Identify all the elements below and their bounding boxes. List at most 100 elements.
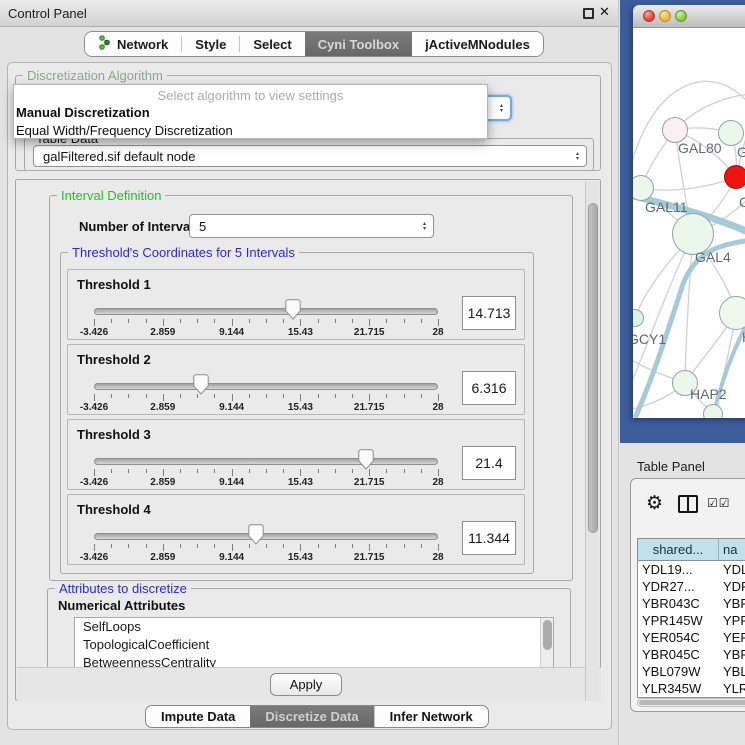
attributes-scrollbar[interactable]	[540, 618, 553, 667]
attribute-item[interactable]: TopologicalCoefficient	[75, 636, 553, 654]
right-node[interactable]	[719, 296, 745, 330]
cell-name[interactable]: YER0	[719, 629, 745, 646]
table-row[interactable]: YBL079WYBL0	[638, 663, 745, 680]
red-node[interactable]	[724, 165, 745, 189]
table-row[interactable]: YER054CYER0	[638, 629, 745, 646]
attribute-item[interactable]: SelfLoops	[75, 618, 553, 636]
close-icon[interactable]: ✕	[599, 5, 610, 20]
tab-cyni-toolbox[interactable]: Cyni Toolbox	[305, 32, 412, 56]
slider-scale-label: 28	[416, 327, 460, 338]
slider-track[interactable]	[94, 383, 438, 390]
slider-scale-label: 9.144	[210, 402, 254, 413]
cell-name[interactable]: YLR3	[719, 680, 745, 697]
table-row[interactable]: YBR045CYBR0	[638, 646, 745, 663]
threshold-2-value-field[interactable]: 6.316	[462, 371, 516, 405]
float-window-icon[interactable]	[583, 8, 594, 19]
algorithm-option-manual[interactable]: Manual Discretization	[14, 104, 487, 122]
network-view-window[interactable]: GAL80GCGAL11GAL4GCY1HHAP2	[633, 5, 745, 418]
tab-network[interactable]: Network	[85, 32, 181, 56]
slider-tick	[197, 469, 198, 473]
slider-knob[interactable]	[193, 374, 209, 395]
combo-arrows-icon: ▴▾	[423, 221, 426, 231]
table-row[interactable]: YDR27...YDR2	[638, 578, 745, 595]
slider-tick	[421, 319, 422, 323]
slider-tick	[94, 394, 95, 401]
table-row[interactable]: YDL19...YDL1	[638, 561, 745, 578]
slider-track[interactable]	[94, 533, 438, 540]
cell-shared-name[interactable]: YLR345W	[638, 680, 719, 697]
table-rows: YDL19...YDL1YDR27...YDR2YBR043CYBR0YPR14…	[638, 561, 745, 698]
tab-style[interactable]: Style	[182, 32, 239, 56]
thresholds-group-title: Threshold's Coordinates for 5 Intervals	[68, 245, 299, 260]
table-row[interactable]: YPR145WYPR1	[638, 612, 745, 629]
node-attribute-table[interactable]: shared... na YDL19...YDL1YDR27...YDR2YBR…	[637, 538, 745, 698]
slider-tick	[300, 469, 301, 476]
cell-name[interactable]: YDL1	[719, 561, 745, 578]
threshold-3-value-field[interactable]: 21.4	[462, 446, 516, 480]
slider-tick	[283, 394, 284, 398]
slider-knob[interactable]	[248, 524, 264, 545]
cell-shared-name[interactable]: YER054C	[638, 629, 719, 646]
slider-track[interactable]	[94, 458, 438, 465]
tab-infer-network[interactable]: Infer Network	[375, 706, 488, 727]
zoom-traffic-light-icon[interactable]	[675, 10, 687, 22]
split-columns-icon[interactable]	[678, 495, 698, 513]
slider-track[interactable]	[94, 308, 438, 315]
cell-shared-name[interactable]: YBR045C	[638, 646, 719, 663]
close-traffic-light-icon[interactable]	[643, 10, 655, 22]
tab-impute-data[interactable]: Impute Data	[146, 706, 250, 727]
threshold-4-slider[interactable]: -3.4262.8599.14415.4321.71528	[68, 495, 460, 566]
table-data-combobox[interactable]: galFiltered.sif default node ▴▾	[33, 145, 587, 167]
slider-tick	[266, 394, 267, 398]
cell-name[interactable]: YBR0	[719, 646, 745, 663]
cell-name[interactable]: YBR0	[719, 595, 745, 612]
algorithm-option-equal-width[interactable]: Equal Width/Frequency Discretization	[14, 122, 487, 140]
minimize-traffic-light-icon[interactable]	[659, 10, 671, 22]
cell-shared-name[interactable]: YBR043C	[638, 595, 719, 612]
apply-button[interactable]: Apply	[270, 673, 342, 696]
cell-name[interactable]: YBL0	[719, 663, 745, 680]
bottom-node[interactable]	[703, 404, 723, 418]
cyni-toolbox-panel: Discretization Algorithm ▴▾ Table Data g…	[7, 62, 612, 730]
cell-shared-name[interactable]: YDL19...	[638, 561, 719, 578]
slider-scale-label: 2.859	[141, 327, 185, 338]
settings-viewport: Interval Definition Number of Intervals …	[17, 181, 585, 667]
cell-name[interactable]: YPR1	[719, 612, 745, 629]
cell-shared-name[interactable]: YBL079W	[638, 663, 719, 680]
cell-shared-name[interactable]: YDR27...	[638, 578, 719, 595]
tab-discretize-data[interactable]: Discretize Data	[250, 706, 373, 727]
threshold-1-value-field[interactable]: 14.713	[462, 296, 516, 330]
algorithm-hint: Select algorithm to view settings	[14, 87, 487, 104]
scrollbar-thumb[interactable]	[639, 700, 745, 705]
threshold-1-slider[interactable]: -3.4262.8599.14415.4321.71528	[68, 270, 460, 341]
slider-scale-label: 9.144	[210, 477, 254, 488]
slider-tick	[163, 544, 164, 551]
tab-select[interactable]: Select	[240, 32, 304, 56]
scrollbar-thumb[interactable]	[588, 203, 598, 533]
slider-tick	[197, 544, 198, 548]
network-canvas[interactable]: GAL80GCGAL11GAL4GCY1HHAP2	[633, 28, 745, 418]
column-header-name[interactable]: na	[719, 539, 745, 560]
threshold-3-slider[interactable]: -3.4262.8599.14415.4321.71528	[68, 420, 460, 491]
scrollbar-thumb[interactable]	[543, 620, 552, 650]
slider-knob[interactable]	[285, 299, 301, 320]
network-window-titlebar[interactable]	[633, 5, 745, 28]
table-row[interactable]: YBR043CYBR0	[638, 595, 745, 612]
settings-vertical-scrollbar[interactable]	[585, 181, 599, 701]
attribute-item[interactable]: BetweennessCentrality	[75, 654, 553, 667]
numerical-attributes-list[interactable]: SelfLoopsTopologicalCoefficientBetweenne…	[74, 617, 554, 667]
column-header-shared-name[interactable]: shared...	[638, 539, 719, 560]
number-of-intervals-combobox[interactable]: 5 ▴▾	[189, 214, 434, 238]
select-columns-checkboxes-icon[interactable]: ☑☑	[707, 496, 731, 510]
node-label: GAL4	[695, 249, 731, 265]
cell-name[interactable]: YDR2	[719, 578, 745, 595]
threshold-2-slider[interactable]: -3.4262.8599.14415.4321.71528	[68, 345, 460, 416]
slider-knob[interactable]	[358, 449, 374, 470]
tab-jactivemnodules[interactable]: jActiveMNodules	[412, 32, 543, 56]
node-label: GAL80	[678, 140, 722, 156]
table-row[interactable]: YLR345WYLR3	[638, 680, 745, 697]
cell-shared-name[interactable]: YPR145W	[638, 612, 719, 629]
table-horizontal-scrollbar[interactable]	[637, 698, 745, 707]
gear-icon[interactable]: ⚙	[646, 492, 663, 514]
threshold-4-value-field[interactable]: 11.344	[462, 521, 516, 555]
